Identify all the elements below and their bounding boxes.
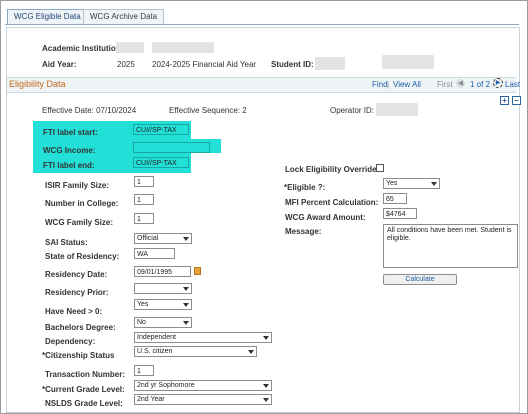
chevron-down-icon <box>248 350 254 354</box>
residency-date-field[interactable]: 09/01/1995 <box>134 266 191 277</box>
nslds-grade-level-value: 2nd Year <box>137 396 165 403</box>
sai-status-label: SAI Status: <box>45 238 88 247</box>
dependency-label: Dependency: <box>45 337 96 346</box>
delete-row-icon[interactable]: − <box>512 96 521 105</box>
current-grade-level-select[interactable]: 2nd yr Sophomore <box>134 380 272 391</box>
chevron-down-icon <box>183 321 189 325</box>
chevron-down-icon <box>183 303 189 307</box>
message-label: Message: <box>285 227 322 236</box>
fti-end-label: FTI label end: <box>43 161 95 170</box>
nav-separator: | <box>387 80 390 89</box>
wcg-income-label: WCG Income: <box>43 146 96 155</box>
first-link[interactable]: First <box>437 80 453 89</box>
previous-icon[interactable]: ◀ <box>456 79 465 88</box>
eligible-label: *Eligible ?: <box>284 183 326 192</box>
chevron-down-icon <box>263 384 269 388</box>
institution-code-redacted <box>116 42 144 53</box>
fti-start-field[interactable]: CUI//SP-TAX <box>133 124 189 135</box>
number-in-college-label: Number in College: <box>45 199 119 208</box>
institution-name-redacted <box>152 42 214 53</box>
sai-status-select[interactable]: Official <box>134 233 192 244</box>
window-frame: WCG Eligible Data WCG Archive Data Acade… <box>0 0 528 414</box>
bachelors-degree-select[interactable]: No <box>134 317 192 328</box>
operator-id-redacted <box>376 103 418 116</box>
effective-sequence: Effective Sequence: 2 <box>169 106 247 115</box>
calculate-button[interactable]: Calculate <box>383 274 457 285</box>
aid-year-value: 2025 <box>117 60 135 69</box>
wcg-income-field[interactable] <box>133 142 210 153</box>
message-textarea[interactable]: All conditions have been met. Student is… <box>383 224 518 268</box>
fti-start-label: FTI label start: <box>43 128 98 137</box>
bachelors-degree-label: Bachelors Degree: <box>45 323 116 332</box>
current-grade-level-value: 2nd yr Sophomore <box>137 382 195 389</box>
calendar-icon[interactable] <box>194 267 201 275</box>
last-link[interactable]: Last <box>505 80 520 89</box>
aid-year-label: Aid Year: <box>42 60 77 69</box>
wcg-award-amount-label: WCG Award Amount: <box>285 213 366 222</box>
citizenship-status-value: U.S. citizen <box>137 348 173 355</box>
number-in-college-field[interactable]: 1 <box>134 194 154 205</box>
residency-prior-select[interactable] <box>134 283 192 294</box>
lock-eligibility-override-label: Lock Eligibility Override: <box>285 165 380 174</box>
wcg-family-size-field[interactable]: 1 <box>134 213 154 224</box>
residency-prior-label: Residency Prior: <box>45 288 109 297</box>
operator-id-label: Operator ID: <box>330 106 375 115</box>
lock-eligibility-override-checkbox[interactable] <box>376 164 384 172</box>
transaction-number-label: Transaction Number: <box>45 370 126 379</box>
have-need-value: Yes <box>137 301 149 308</box>
student-id-redacted <box>315 57 345 70</box>
chevron-down-icon <box>263 398 269 402</box>
have-need-select[interactable]: Yes <box>134 299 192 310</box>
nslds-grade-level-label: NSLDS Grade Level: <box>45 399 123 408</box>
sai-status-value: Official <box>137 235 159 242</box>
citizenship-status-label: *Citizenship Status <box>42 351 115 360</box>
effective-date: Effective Date: 07/10/2024 <box>42 106 137 115</box>
wcg-family-size-label: WCG Family Size: <box>45 218 114 227</box>
student-id-label: Student ID: <box>271 60 314 69</box>
aid-year-description: 2024-2025 Financial Aid Year <box>152 60 257 69</box>
tab-divider <box>5 24 519 25</box>
student-name-redacted <box>382 55 434 69</box>
isir-family-size-label: ISIR Family Size: <box>45 181 110 190</box>
wcg-award-amount-field[interactable]: $4764 <box>383 208 417 219</box>
bachelors-degree-value: No <box>137 319 146 326</box>
have-need-label: Have Need > 0: <box>45 307 103 316</box>
find-link[interactable]: Find <box>372 80 388 89</box>
eligible-value: Yes <box>386 180 398 187</box>
nslds-grade-level-select[interactable]: 2nd Year <box>134 394 272 405</box>
state-of-residency-label: State of Residency: <box>45 252 120 261</box>
isir-family-size-field[interactable]: 1 <box>134 176 154 187</box>
chevron-down-icon <box>263 336 269 340</box>
fti-end-field[interactable]: CUI//SP-TAX <box>133 157 189 168</box>
institution-label: Academic Institution: <box>42 44 124 53</box>
dependency-select[interactable]: Independent <box>134 332 272 343</box>
residency-date-label: Residency Date: <box>45 270 108 279</box>
eligible-select[interactable]: Yes <box>383 178 440 189</box>
add-row-icon[interactable]: + <box>500 96 509 105</box>
tab-wcg-eligible-data[interactable]: WCG Eligible Data <box>7 9 88 24</box>
mfi-percent-label: MFI Percent Calculation: <box>285 198 379 207</box>
chevron-down-icon <box>183 287 189 291</box>
citizenship-status-select[interactable]: U.S. citizen <box>134 346 257 357</box>
row-position: 1 of 2 <box>470 80 491 89</box>
mfi-percent-field[interactable]: 65 <box>383 193 407 204</box>
current-grade-level-label: *Current Grade Level: <box>42 385 125 394</box>
dependency-value: Independent <box>137 334 176 341</box>
transaction-number-field[interactable]: 1 <box>134 365 154 376</box>
state-of-residency-field[interactable]: WA <box>134 248 175 259</box>
next-icon[interactable]: ▶ <box>493 78 503 88</box>
section-title: Eligibility Data <box>9 79 66 89</box>
view-all-link[interactable]: View All <box>393 80 421 89</box>
tab-wcg-archive-data[interactable]: WCG Archive Data <box>83 9 165 24</box>
chevron-down-icon <box>431 182 437 186</box>
chevron-down-icon <box>183 237 189 241</box>
